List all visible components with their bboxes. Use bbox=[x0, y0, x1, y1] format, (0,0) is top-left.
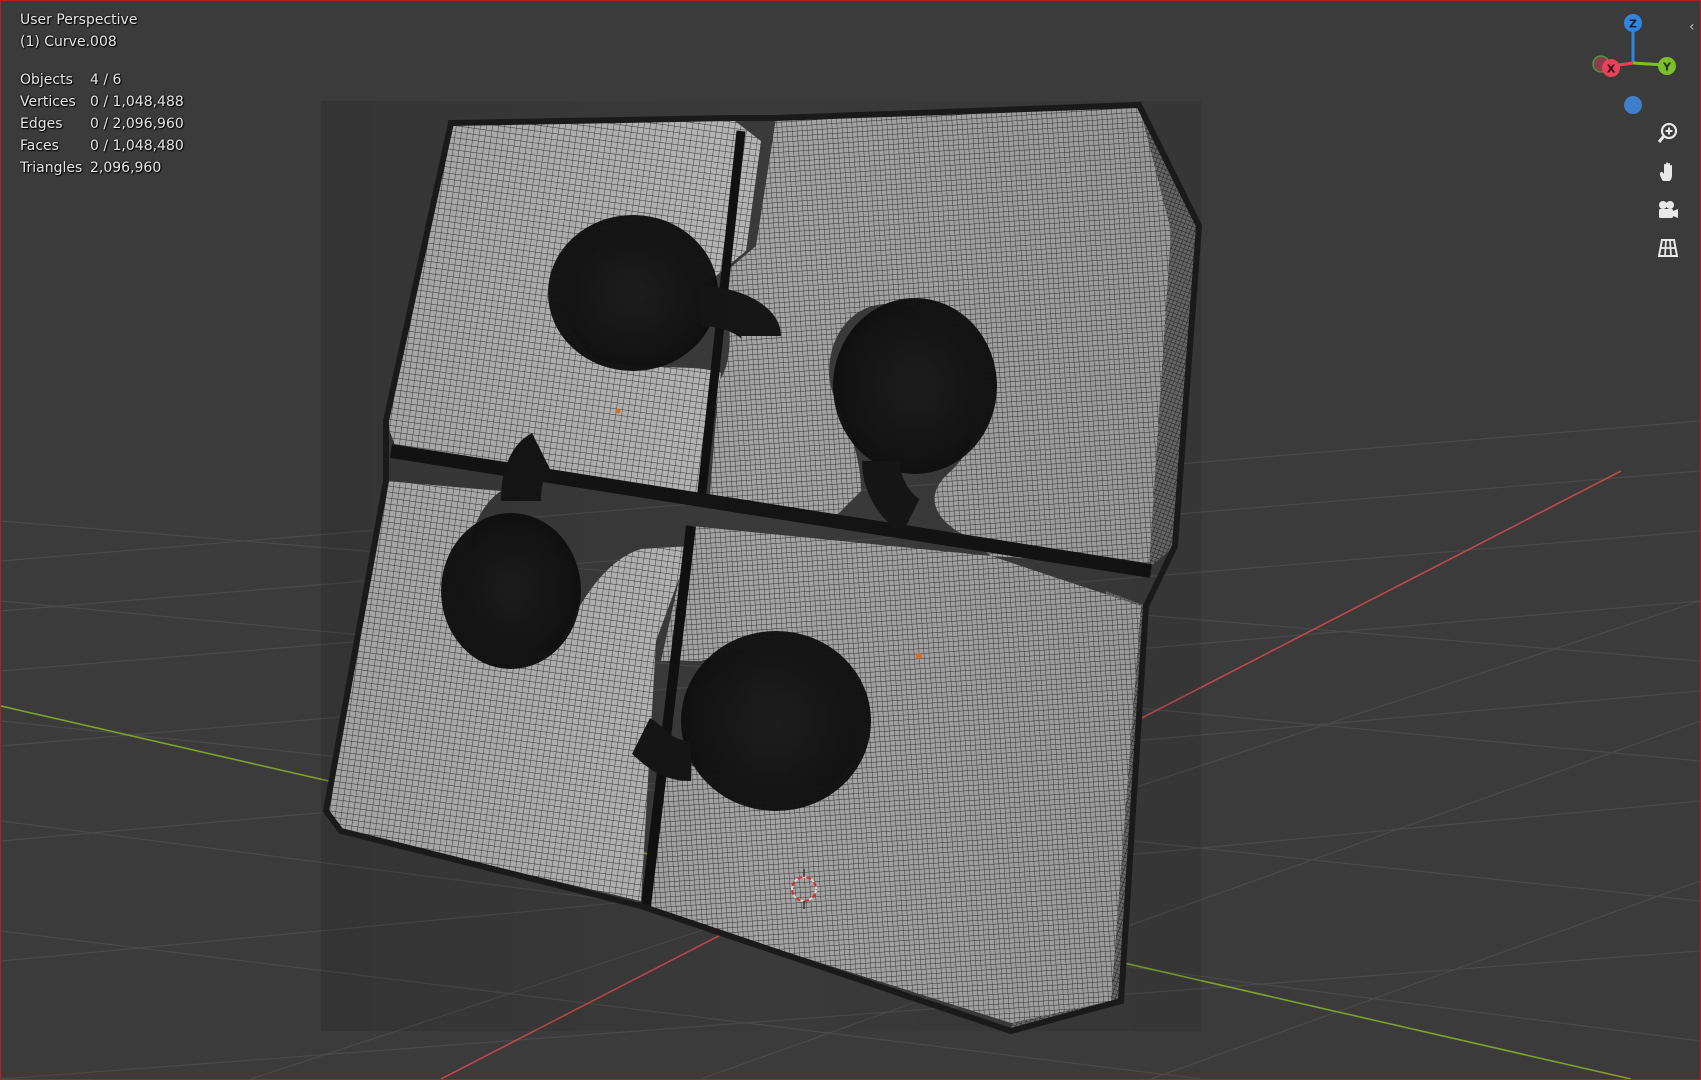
scene-canvas[interactable] bbox=[1, 1, 1700, 1079]
stat-row: Edges 0 / 2,096,960 bbox=[20, 113, 184, 135]
stat-label: Objects bbox=[20, 72, 73, 88]
zoom-icon bbox=[1657, 122, 1678, 143]
gizmo-z-label: Z bbox=[1629, 18, 1637, 31]
pan-button[interactable] bbox=[1652, 156, 1684, 188]
stat-label: Faces bbox=[20, 138, 59, 154]
3d-viewport[interactable]: User Perspective (1) Curve.008 Objects 4 … bbox=[0, 0, 1701, 1080]
gizmo-y-label: Y bbox=[1662, 61, 1672, 74]
object-origin-dot bbox=[916, 653, 922, 659]
gizmo-x-label: X bbox=[1607, 63, 1616, 76]
stat-label: Edges bbox=[20, 116, 63, 132]
stat-row: Objects 4 / 6 bbox=[20, 69, 184, 91]
stat-value: 2,096,960 bbox=[90, 160, 162, 176]
stat-row: Faces 0 / 1,048,480 bbox=[20, 135, 184, 157]
camera-icon bbox=[1659, 201, 1678, 218]
view-name: User Perspective bbox=[20, 12, 138, 28]
navigation-gizmo[interactable]: Z Y X bbox=[1581, 9, 1691, 119]
stat-label: Triangles bbox=[20, 160, 83, 176]
stat-value: 0 / 1,048,480 bbox=[90, 138, 184, 154]
stat-value: 0 / 1,048,488 bbox=[90, 94, 184, 110]
stat-value: 4 / 6 bbox=[90, 72, 122, 88]
ortho-toggle-button[interactable] bbox=[1652, 232, 1684, 264]
scene-statistics: Objects 4 / 6 Vertices 0 / 1,048,488 Edges… bbox=[20, 69, 184, 179]
stat-value: 0 / 2,096,960 bbox=[90, 116, 184, 132]
stat-row: Vertices 0 / 1,048,488 bbox=[20, 91, 184, 113]
ortho-grid-icon bbox=[1657, 239, 1679, 257]
stat-row: Triangles 2,096,960 bbox=[20, 157, 184, 179]
object-origin-dot bbox=[615, 408, 621, 414]
camera-view-button[interactable] bbox=[1652, 194, 1684, 226]
active-object-name: (1) Curve.008 bbox=[20, 34, 117, 50]
view-info: User Perspective (1) Curve.008 bbox=[20, 9, 137, 53]
stat-label: Vertices bbox=[20, 94, 76, 110]
collapse-arrow-icon[interactable]: ‹ bbox=[1689, 19, 1695, 35]
gizmo-neg-y[interactable] bbox=[1624, 96, 1642, 114]
zoom-button[interactable] bbox=[1652, 117, 1684, 149]
hand-pan-icon bbox=[1659, 162, 1672, 181]
puzzle-mesh[interactable] bbox=[321, 101, 1203, 1035]
